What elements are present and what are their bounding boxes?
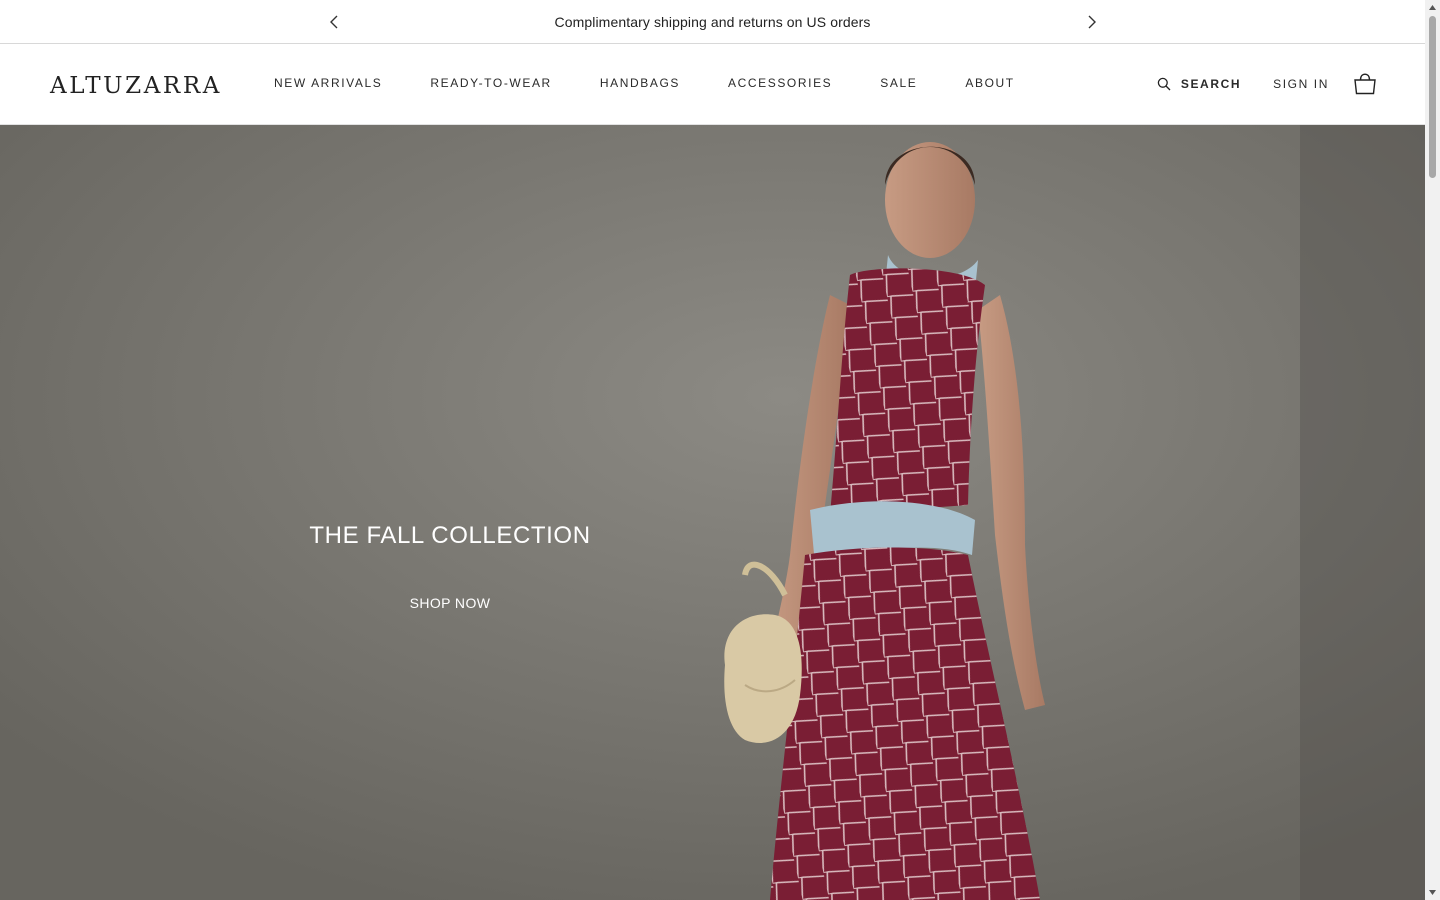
hero-model-image xyxy=(0,125,1425,900)
page-scrollbar[interactable] xyxy=(1425,0,1440,900)
chevron-left-icon xyxy=(330,15,338,29)
hero-title: THE FALL COLLECTION xyxy=(309,522,591,549)
main-nav: NEW ARRIVALS READY-TO-WEAR HANDBAGS ACCE… xyxy=(274,76,1063,90)
cart-button[interactable] xyxy=(1353,73,1377,95)
search-label: SEARCH xyxy=(1180,77,1242,91)
site-logo[interactable]: ALTUZARRA xyxy=(50,73,222,99)
sign-in-link[interactable]: SIGN IN xyxy=(1273,77,1329,91)
nav-item-handbags[interactable]: HANDBAGS xyxy=(600,76,680,90)
scrollbar-thumb[interactable] xyxy=(1429,16,1436,178)
site-header: ALTUZARRA NEW ARRIVALS READY-TO-WEAR HAN… xyxy=(0,44,1425,125)
nav-item-accessories[interactable]: ACCESSORIES xyxy=(728,76,832,90)
shop-now-link[interactable]: SHOP NOW xyxy=(380,595,520,611)
chevron-right-icon xyxy=(1088,15,1096,29)
nav-item-new-arrivals[interactable]: NEW ARRIVALS xyxy=(274,76,382,90)
scroll-up-arrow-icon[interactable] xyxy=(1428,3,1437,12)
announcement-bar: Complimentary shipping and returns on US… xyxy=(0,0,1425,44)
nav-item-ready-to-wear[interactable]: READY-TO-WEAR xyxy=(430,76,551,90)
nav-item-about[interactable]: ABOUT xyxy=(965,76,1014,90)
nav-item-sale[interactable]: SALE xyxy=(880,76,917,90)
announcement-next-button[interactable] xyxy=(1081,11,1103,33)
scroll-down-arrow-icon[interactable] xyxy=(1428,888,1437,897)
announcement-prev-button[interactable] xyxy=(323,11,345,33)
announcement-text: Complimentary shipping and returns on US… xyxy=(554,13,871,30)
hero-banner: THE FALL COLLECTION SHOP NOW xyxy=(0,125,1425,900)
search-button[interactable]: SEARCH xyxy=(1157,77,1241,91)
shopping-bag-icon xyxy=(1354,73,1376,95)
header-utilities: SEARCH SIGN IN xyxy=(1157,71,1377,97)
search-icon xyxy=(1157,77,1171,91)
